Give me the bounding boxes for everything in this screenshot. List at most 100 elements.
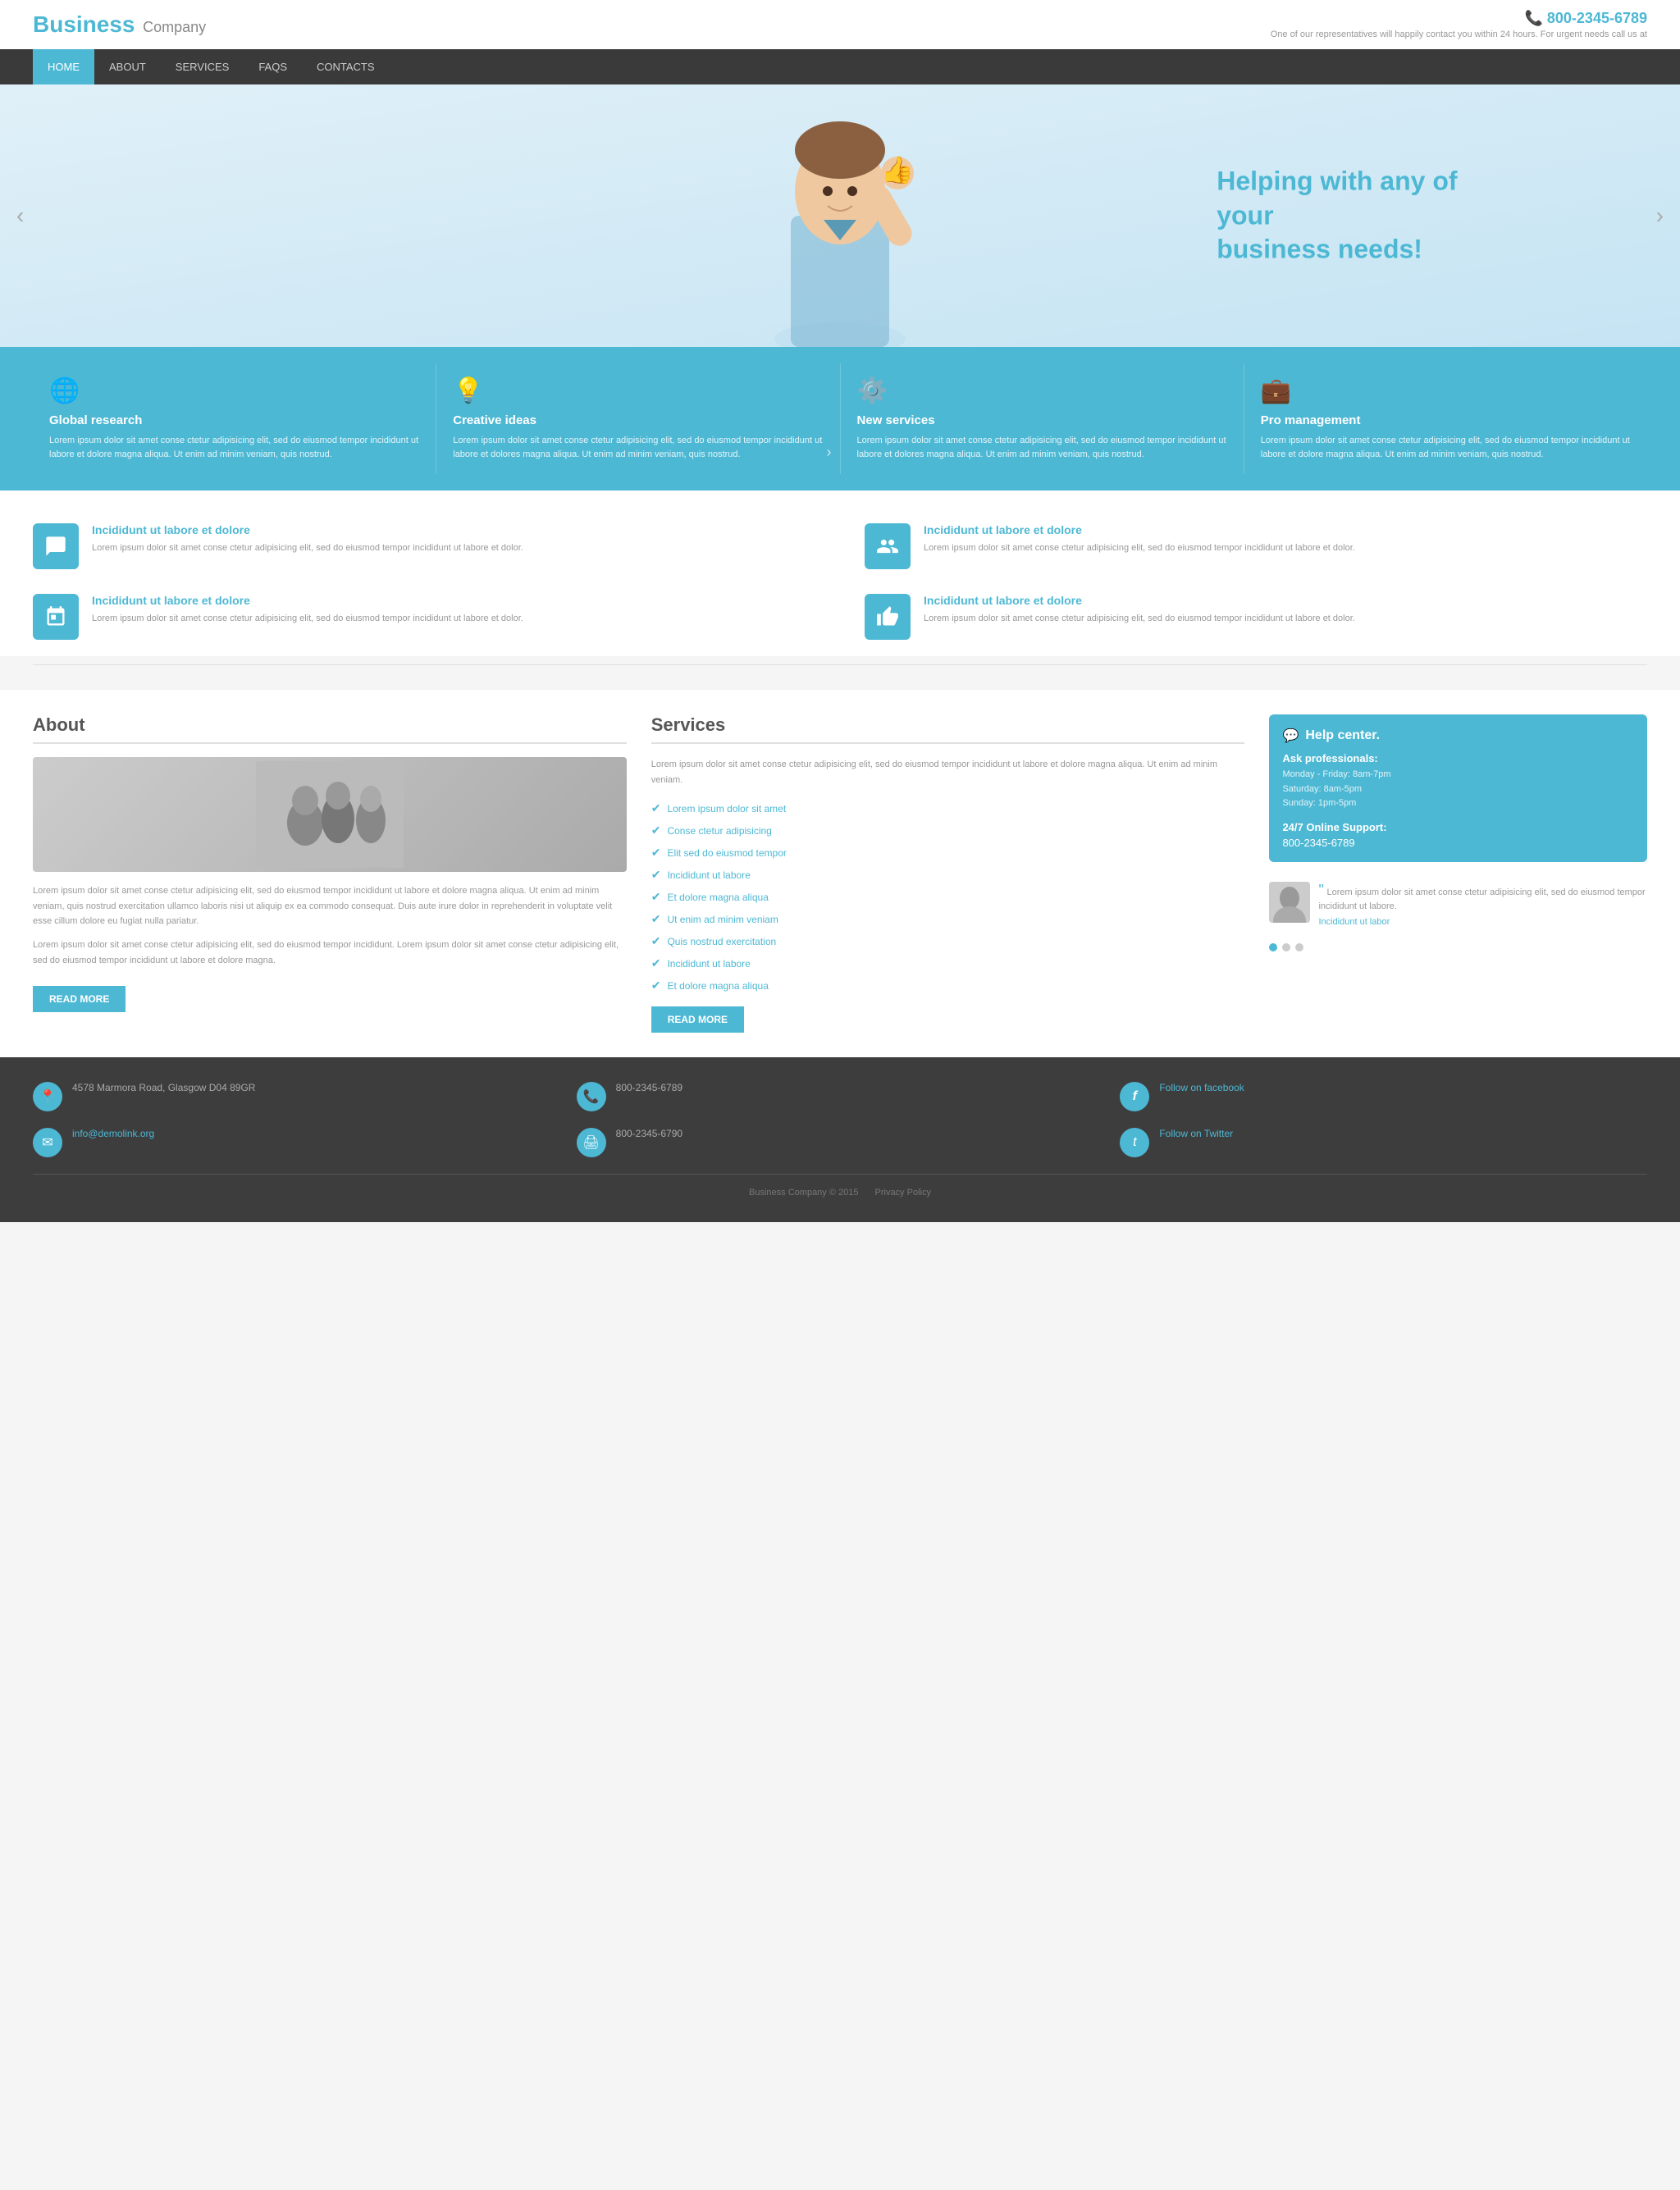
dot-3[interactable] <box>1295 943 1303 951</box>
help-column: 💬 Help center. Ask professionals: Monday… <box>1269 714 1647 1033</box>
footer-divider <box>33 1174 1647 1175</box>
nav-faqs[interactable]: FAQS <box>244 49 302 84</box>
email-link[interactable]: info@demolink.org <box>72 1128 154 1139</box>
help-ask-hours-2: Saturday: 8am-5pm <box>1282 782 1634 797</box>
footer-facebook: f Follow on facebook <box>1120 1082 1647 1111</box>
help-ask-title: Ask professionals: <box>1282 752 1634 764</box>
thumbs-up-icon <box>876 605 899 628</box>
feature-new-services: ⚙️ New services Lorem ipsum dolor sit am… <box>841 363 1244 474</box>
dot-1[interactable] <box>1269 943 1277 951</box>
footer-twitter: t Follow on Twitter <box>1120 1128 1647 1157</box>
check-icon-4: ✔ <box>651 868 661 882</box>
chat-feature-title: Incididunt ut labore et dolore <box>92 523 523 536</box>
icon-feature-thumbs: Incididunt ut labore et dolore Lorem ips… <box>865 594 1647 640</box>
service-item-4: ✔Incididunt ut labore <box>651 864 1245 886</box>
phone-icon: 📞 <box>1524 10 1542 26</box>
about-text-1: Lorem ipsum dolor sit amet conse ctetur … <box>33 883 627 929</box>
site-footer: 📍 4578 Marmora Road, Glasgow D04 89GR 📞 … <box>0 1057 1680 1222</box>
twitter-link[interactable]: Follow on Twitter <box>1159 1128 1233 1139</box>
check-icon-8: ✔ <box>651 956 661 970</box>
check-icon-3: ✔ <box>651 846 661 860</box>
copyright-text: Business Company © 2015 <box>749 1188 858 1198</box>
feature-management-icon: 💼 <box>1261 376 1631 405</box>
header-phone: 📞 800-2345-6789 <box>1271 10 1647 27</box>
feature-pro-management: 💼 Pro management Lorem ipsum dolor sit a… <box>1244 363 1647 474</box>
check-icon-9: ✔ <box>651 979 661 992</box>
help-support-phone: 800-2345-6789 <box>1282 837 1634 849</box>
service-item-5: ✔Et dolore magna aliqua <box>651 886 1245 908</box>
services-column: Services Lorem ipsum dolor sit amet cons… <box>651 714 1245 1033</box>
feature-global-text: Lorem ipsum dolor sit amet conse ctetur … <box>49 434 419 461</box>
footer-phone: 📞 800-2345-6789 <box>577 1082 1104 1111</box>
service-item-3: ✔Elit sed do eiusmod tempor <box>651 842 1245 864</box>
feature-creative-icon: 💡 <box>453 376 823 405</box>
icon-feature-chat: Incididunt ut labore et dolore Lorem ips… <box>33 523 815 569</box>
footer-grid: 📍 4578 Marmora Road, Glasgow D04 89GR 📞 … <box>33 1082 1647 1157</box>
logo-company: Company <box>143 19 206 35</box>
about-column: About Lorem ipsum dolor sit amet conse c… <box>33 714 627 1033</box>
services-read-more-button[interactable]: READ MORE <box>651 1006 744 1033</box>
calendar-icon-box <box>33 594 79 640</box>
header-tagline: One of our representatives will happily … <box>1271 30 1647 39</box>
services-intro-text: Lorem ipsum dolor sit amet conse ctetur … <box>651 757 1245 787</box>
email-icon: ✉ <box>33 1128 62 1157</box>
dot-2[interactable] <box>1282 943 1290 951</box>
nav-services[interactable]: SERVICES <box>161 49 244 84</box>
people-feature-text: Lorem ipsum dolor sit amet conse ctetur … <box>924 541 1355 556</box>
service-item-9: ✔Et dolore magna aliqua <box>651 974 1245 997</box>
service-item-1: ✔Lorem ipsum dolor sit amet <box>651 797 1245 819</box>
service-item-7: ✔Quis nostrud exercitation <box>651 930 1245 952</box>
feature-global-title: Global research <box>49 413 419 427</box>
twitter-icon: t <box>1120 1128 1149 1157</box>
services-list: ✔Lorem ipsum dolor sit amet ✔Conse ctetu… <box>651 797 1245 997</box>
icon-features-section: Incididunt ut labore et dolore Lorem ips… <box>0 490 1680 656</box>
calendar-feature-title: Incididunt ut labore et dolore <box>92 594 523 607</box>
logo: Business Company <box>33 11 206 38</box>
footer-phone-icon: 📞 <box>577 1082 606 1111</box>
about-image-svg <box>256 761 404 868</box>
help-ask-hours-3: Sunday: 1pm-5pm <box>1282 796 1634 811</box>
hero-prev-arrow[interactable]: ‹ <box>16 203 24 229</box>
svg-text:👍: 👍 <box>881 155 914 185</box>
check-icon-6: ✔ <box>651 912 661 926</box>
about-text-2: Lorem ipsum dolor sit amet conse ctetur … <box>33 938 627 968</box>
feature-creative-text: Lorem ipsum dolor sit amet conse ctetur … <box>453 434 823 461</box>
thumbs-feature-title: Incididunt ut labore et dolore <box>924 594 1355 607</box>
chat-icon-box <box>33 523 79 569</box>
chat-icon <box>44 535 67 558</box>
main-nav: HOME ABOUT SERVICES FAQS CONTACTS <box>0 49 1680 84</box>
nav-home[interactable]: HOME <box>33 49 94 84</box>
about-title: About <box>33 714 627 744</box>
quote-icon: " <box>1318 882 1323 898</box>
people-icon <box>876 535 899 558</box>
nav-contacts[interactable]: CONTACTS <box>302 49 390 84</box>
facebook-icon: f <box>1120 1082 1149 1111</box>
feature-management-title: Pro management <box>1261 413 1631 427</box>
icon-feature-people: Incididunt ut labore et dolore Lorem ips… <box>865 523 1647 569</box>
nav-about[interactable]: ABOUT <box>94 49 161 84</box>
feature-global-research: 🌐 Global research Lorem ipsum dolor sit … <box>33 363 436 474</box>
help-ask-hours-1: Monday - Friday: 8am-7pm <box>1282 768 1634 782</box>
facebook-link[interactable]: Follow on facebook <box>1159 1082 1244 1093</box>
hero-section: ‹ 👍 Helping with any of your business ne… <box>0 84 1680 347</box>
site-header: Business Company 📞 800-2345-6789 One of … <box>0 0 1680 49</box>
testimonial-avatar <box>1269 882 1310 923</box>
location-icon: 📍 <box>33 1082 62 1111</box>
chat-bubble-icon: 💬 <box>1282 728 1299 744</box>
footer-address-text: 4578 Marmora Road, Glasgow D04 89GR <box>72 1082 255 1093</box>
footer-fax: 🖨 800-2345-6790 <box>577 1128 1104 1157</box>
main-content-section: About Lorem ipsum dolor sit amet conse c… <box>0 690 1680 1057</box>
features-bar: 🌐 Global research Lorem ipsum dolor sit … <box>0 347 1680 490</box>
feature-creative-arrow: › <box>827 444 832 461</box>
check-icon-7: ✔ <box>651 934 661 948</box>
hero-next-arrow[interactable]: › <box>1656 203 1664 229</box>
about-read-more-button[interactable]: READ MORE <box>33 986 126 1012</box>
avatar-image <box>1269 882 1310 923</box>
privacy-policy-link[interactable]: Privacy Policy <box>875 1188 931 1198</box>
service-item-6: ✔Ut enim ad minim veniam <box>651 908 1245 930</box>
hero-text: Helping with any of your business needs! <box>1217 165 1512 267</box>
testimonial-link[interactable]: Incididunt ut labor <box>1318 917 1647 927</box>
feature-services-icon: ⚙️ <box>857 376 1227 405</box>
help-online-support: 24/7 Online Support: 800-2345-6789 <box>1282 821 1634 849</box>
footer-bottom: Business Company © 2015 Privacy Policy <box>33 1188 1647 1198</box>
